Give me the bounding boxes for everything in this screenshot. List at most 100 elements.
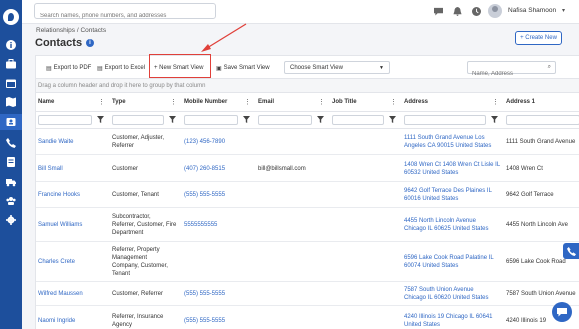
chevron-down-icon[interactable]: ▾ [562, 7, 565, 14]
save-smart-view-button[interactable]: ▣ Save Smart View [216, 62, 270, 74]
cell-mobile[interactable]: (407) 260-8515 [184, 165, 254, 173]
column-filter-input[interactable] [184, 115, 238, 125]
create-new-button[interactable]: + Create New [515, 31, 562, 45]
table-row[interactable]: Wilfred Maussen Customer, Referrer (555) 5… [36, 282, 579, 306]
cell-address1: 7587 South Union Avenue [506, 290, 579, 298]
phone-float-button[interactable] [563, 243, 579, 259]
filter-icon[interactable] [169, 116, 176, 125]
cell-mobile[interactable]: (555) 555-5555 [184, 290, 254, 298]
new-smart-view-button[interactable]: + New Smart View [154, 62, 203, 74]
map-icon[interactable] [5, 96, 17, 108]
global-search[interactable] [34, 3, 216, 23]
document-icon[interactable] [5, 156, 17, 168]
column-header[interactable]: Job Title [332, 93, 357, 112]
filter-icon[interactable] [97, 116, 104, 125]
info-icon[interactable] [5, 39, 17, 51]
phone-icon[interactable] [5, 137, 17, 149]
cell-line: Customer, Referrer [112, 291, 164, 297]
filter-icon[interactable] [389, 116, 396, 125]
cell-line: 7587 South Union Avenue [404, 287, 474, 293]
cell-address[interactable]: 4240 Illinois 19 Chicago IL 60641 United … [404, 313, 502, 329]
column-filter-input[interactable] [506, 115, 579, 125]
cell-name[interactable]: Bill Small [38, 165, 108, 173]
cell-line: Customer, Tenant [112, 192, 159, 198]
smart-view-select[interactable]: Choose Smart View ▼ [284, 61, 390, 74]
cell-line: 6596 Lake Cook Road Palatine IL [404, 255, 494, 261]
group-by-bar[interactable]: Drag a column header and drop it here to… [36, 78, 579, 93]
cell-line: 1111 South Grand Avenue Los [404, 135, 485, 141]
save-icon: ▣ [216, 65, 222, 72]
contacts-grid: ▤ Export to PDF ▤ Export to Excel + New … [35, 54, 579, 329]
column-header[interactable]: Mobile Number [184, 93, 227, 112]
avatar[interactable] [488, 4, 502, 18]
cell-name[interactable]: Francine Hooks [38, 191, 108, 199]
column-filter-input[interactable] [112, 115, 164, 125]
column-header[interactable]: Name [38, 93, 54, 112]
cell-address[interactable]: 1408 Wren Ct 1408 Wren Ct Lisle IL 60532 … [404, 161, 502, 177]
file-icon: ▤ [97, 65, 103, 72]
cell-mobile[interactable]: (555) 555-5555 [184, 191, 254, 199]
filter-icon[interactable] [317, 116, 324, 125]
search-icon[interactable]: ⌕ [548, 64, 551, 71]
cell-address[interactable]: 7587 South Union Avenue Chicago IL 60620 … [404, 286, 502, 302]
grid-search[interactable]: ⌕ [467, 61, 556, 80]
column-filter-input[interactable] [258, 115, 312, 125]
cell-mobile[interactable]: (123) 456-7890 [184, 138, 254, 146]
cell-type: Referrer, Property Management Company, Cus… [112, 246, 180, 278]
users-icon[interactable] [5, 195, 17, 207]
info-icon[interactable]: i [86, 39, 94, 47]
bell-icon[interactable] [452, 6, 462, 16]
export-excel-button[interactable]: ▤ Export to Excel [97, 62, 145, 74]
truck-icon[interactable] [5, 176, 17, 188]
chat-icon[interactable] [433, 6, 443, 16]
table-row[interactable]: Bill Small Customer (407) 260-8515 bill@bil… [36, 155, 579, 182]
table-row[interactable]: Samuel Williams Subcontractor, Referrer, C… [36, 208, 579, 242]
column-filter-input[interactable] [332, 115, 384, 125]
clock-icon[interactable] [471, 6, 481, 16]
user-name[interactable]: Nafisa Shamoon [508, 7, 556, 14]
column-menu-icon[interactable]: ⋮ [170, 98, 177, 106]
column-menu-icon[interactable]: ⋮ [244, 98, 251, 106]
cell-mobile[interactable]: (555) 555-5555 [184, 317, 254, 325]
cell-type: Customer, Referrer [112, 290, 180, 298]
column-filter-input[interactable] [404, 115, 486, 125]
gear-icon[interactable] [5, 214, 17, 226]
table-row[interactable]: Francine Hooks Customer, Tenant (555) 555-… [36, 182, 579, 208]
cell-name[interactable]: Naomi Ingride [38, 317, 108, 325]
chat-float-button[interactable] [552, 302, 572, 322]
cell-address[interactable]: 1111 South Grand Avenue Los Angeles CA 90… [404, 134, 502, 150]
cell-address[interactable]: 6596 Lake Cook Road Palatine IL 60074 Uni… [404, 254, 502, 270]
table-row[interactable]: Charles Crete Referrer, Property Managemen… [36, 242, 579, 282]
file-icon: ▤ [46, 65, 52, 72]
column-menu-icon[interactable]: ⋮ [318, 98, 325, 106]
cell-line: Customer [112, 166, 139, 172]
briefcase-icon[interactable] [5, 58, 17, 70]
filter-icon[interactable] [243, 116, 250, 125]
column-header[interactable]: Address [404, 93, 428, 112]
column-header[interactable]: Address 1 [506, 93, 535, 112]
cell-name[interactable]: Samuel Williams [38, 221, 108, 229]
cell-line: Charles Crete [38, 259, 76, 265]
table-row[interactable]: Naomi Ingride Referrer, Insurance Agency (5… [36, 306, 579, 329]
contacts-icon[interactable] [0, 114, 22, 130]
cell-address[interactable]: 9642 Golf Terrace Des Plaines IL 60016 Un… [404, 187, 502, 203]
table-row[interactable]: Sandie Waite Customer, Adjuster, Referrer (… [36, 129, 579, 155]
cell-name[interactable]: Sandie Waite [38, 138, 108, 146]
cell-mobile[interactable]: 5555555555 [184, 221, 254, 229]
cell-line: Samuel Williams [38, 222, 83, 228]
cell-address[interactable]: 4455 North Lincoln Avenue Chicago IL 6062… [404, 217, 502, 233]
column-header[interactable]: Email [258, 93, 274, 112]
cell-name[interactable]: Charles Crete [38, 258, 108, 266]
column-header[interactable]: Type [112, 93, 126, 112]
app-logo[interactable] [3, 9, 19, 25]
filter-icon[interactable] [491, 116, 498, 125]
global-search-input[interactable] [35, 9, 215, 23]
export-pdf-button[interactable]: ▤ Export to PDF [46, 62, 91, 74]
cell-name[interactable]: Wilfred Maussen [38, 290, 108, 298]
column-menu-icon[interactable]: ⋮ [98, 98, 105, 106]
column-menu-icon[interactable]: ⋮ [390, 98, 397, 106]
column-filter-input[interactable] [38, 115, 92, 125]
filter-row [36, 112, 579, 129]
column-menu-icon[interactable]: ⋮ [492, 98, 499, 106]
calendar-icon[interactable] [5, 77, 17, 89]
